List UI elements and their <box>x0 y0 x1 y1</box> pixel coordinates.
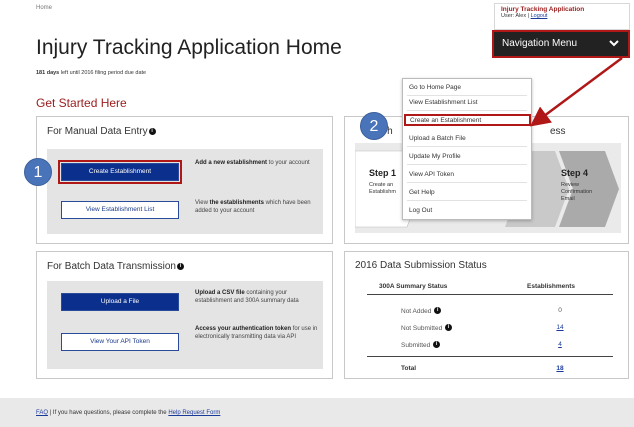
batch-actions-box: Upload a File Upload a CSV file containi… <box>47 281 323 369</box>
table-row-value-link[interactable]: 4 <box>550 341 570 348</box>
breadcrumb[interactable]: Home <box>36 5 52 11</box>
batch-panel-title-text: For Batch Data Transmission <box>47 261 176 272</box>
table-header-rule <box>367 294 613 295</box>
navigation-menu-button[interactable]: Navigation Menu <box>492 30 630 58</box>
create-help-rest: to your account <box>267 160 310 166</box>
view-help-pre: View <box>195 200 210 206</box>
deadline-text: left until 2016 filing period due date <box>59 70 147 76</box>
footer-message: | If you have questions, please complete… <box>48 410 169 416</box>
menu-item-view-establishment-list[interactable]: View Establishment List <box>409 97 527 109</box>
table-row-label: Not Submitted i <box>401 324 452 332</box>
create-help-text: Add a new establishment to your account <box>195 159 323 167</box>
menu-item-get-help[interactable]: Get Help <box>409 187 527 199</box>
menu-divider <box>407 95 527 96</box>
menu-item-view-api-token[interactable]: View API Token <box>409 169 527 181</box>
menu-divider <box>407 200 527 201</box>
menu-item-create-establishment[interactable]: Create an Establishment <box>404 114 531 126</box>
view-help-bold: the establishments <box>209 200 264 206</box>
view-api-token-button[interactable]: View Your API Token <box>61 333 179 351</box>
user-line: User: Alex | Logout <box>501 13 623 19</box>
info-icon[interactable]: i <box>176 263 184 270</box>
create-help-bold: Add a new establishment <box>195 160 268 166</box>
batch-panel-title: For Batch Data Transmission i <box>47 261 184 272</box>
total-value-link[interactable]: 18 <box>550 365 570 372</box>
deadline-notice: 181 days left until 2016 filing period d… <box>36 70 146 76</box>
view-help-text: View the establishments which have been … <box>195 199 323 215</box>
manual-panel-title-text: For Manual Data Entry <box>47 126 148 137</box>
chevron-down-icon <box>609 40 619 47</box>
row-label-text: Not Added <box>401 308 432 315</box>
menu-item-update-profile[interactable]: Update My Profile <box>409 151 527 163</box>
upload-file-button[interactable]: Upload a File <box>61 293 179 311</box>
batch-transmission-panel: For Batch Data Transmission i Upload a Fi… <box>36 251 333 379</box>
menu-divider <box>407 164 527 165</box>
callout-badge-1: 1 <box>24 158 52 186</box>
deadline-days: 181 days <box>36 70 60 76</box>
upload-help-bold: Upload a CSV file <box>195 290 245 296</box>
row-label-text: Submitted <box>401 342 431 349</box>
submission-status-panel: 2016 Data Submission Status 300A Summary… <box>344 251 629 379</box>
manual-panel-title: For Manual Data Entry i <box>47 126 156 137</box>
info-icon[interactable]: i <box>433 341 441 348</box>
table-total-rule <box>367 356 613 357</box>
menu-item-upload-batch-file[interactable]: Upload a Batch File <box>409 133 527 145</box>
menu-item-log-out[interactable]: Log Out <box>409 205 527 217</box>
create-establishment-button[interactable]: Create Establishment <box>58 160 182 184</box>
page-title: Injury Tracking Application Home <box>36 36 342 59</box>
faq-link[interactable]: FAQ <box>36 410 48 416</box>
api-help-text: Access your authentication token for use… <box>195 325 323 341</box>
footer: FAQ | If you have questions, please comp… <box>0 398 634 427</box>
table-row-value: 0 <box>558 307 562 314</box>
upload-help-text: Upload a CSV file containing your establ… <box>195 289 323 305</box>
view-establishment-list-button[interactable]: View Establishment List <box>61 201 179 219</box>
api-help-bold: Access your authentication token <box>195 326 292 332</box>
manual-actions-box: Create Establishment Add a new establish… <box>47 149 323 234</box>
logout-link[interactable]: Logout <box>531 13 548 19</box>
row-label-text: Not Submitted <box>401 325 443 332</box>
user-label: User: Alex <box>501 13 527 19</box>
arrow-line <box>529 56 623 127</box>
table-row-value-link[interactable]: 14 <box>550 324 570 331</box>
process-title-end: ess <box>550 126 566 137</box>
step-4-heading: Step 4 <box>561 168 589 178</box>
info-icon[interactable]: i <box>148 128 156 135</box>
callout-badge-2: 2 <box>360 112 388 140</box>
table-row-label: Not Added i <box>401 307 442 315</box>
column-header-status: 300A Summary Status <box>379 283 448 290</box>
info-icon[interactable]: i <box>445 324 452 331</box>
manual-data-entry-panel: For Manual Data Entry i Create Establishm… <box>36 116 333 244</box>
menu-divider <box>407 182 527 183</box>
get-started-heading: Get Started Here <box>36 96 127 110</box>
navigation-menu-label: Navigation Menu <box>502 38 578 49</box>
app-name: Injury Tracking Application <box>501 6 585 13</box>
menu-divider <box>407 146 527 147</box>
column-header-establishments: Establishments <box>527 283 576 290</box>
step-1-heading: Step 1 <box>369 168 397 178</box>
total-label: Total <box>401 365 417 372</box>
step-4-text: Review Confirmation Email <box>561 182 593 202</box>
table-row-label: Submitted i <box>401 341 441 349</box>
navigation-dropdown: Go to Home Page View Establishment List … <box>402 78 532 220</box>
user-panel: Injury Tracking Application User: Alex |… <box>494 3 630 30</box>
menu-item-home[interactable]: Go to Home Page <box>409 82 527 94</box>
footer-text: FAQ | If you have questions, please comp… <box>36 410 220 416</box>
status-title: 2016 Data Submission Status <box>355 260 487 271</box>
info-icon[interactable]: i <box>434 307 442 314</box>
menu-divider <box>407 110 527 111</box>
help-request-link[interactable]: Help Request Form <box>168 410 220 416</box>
